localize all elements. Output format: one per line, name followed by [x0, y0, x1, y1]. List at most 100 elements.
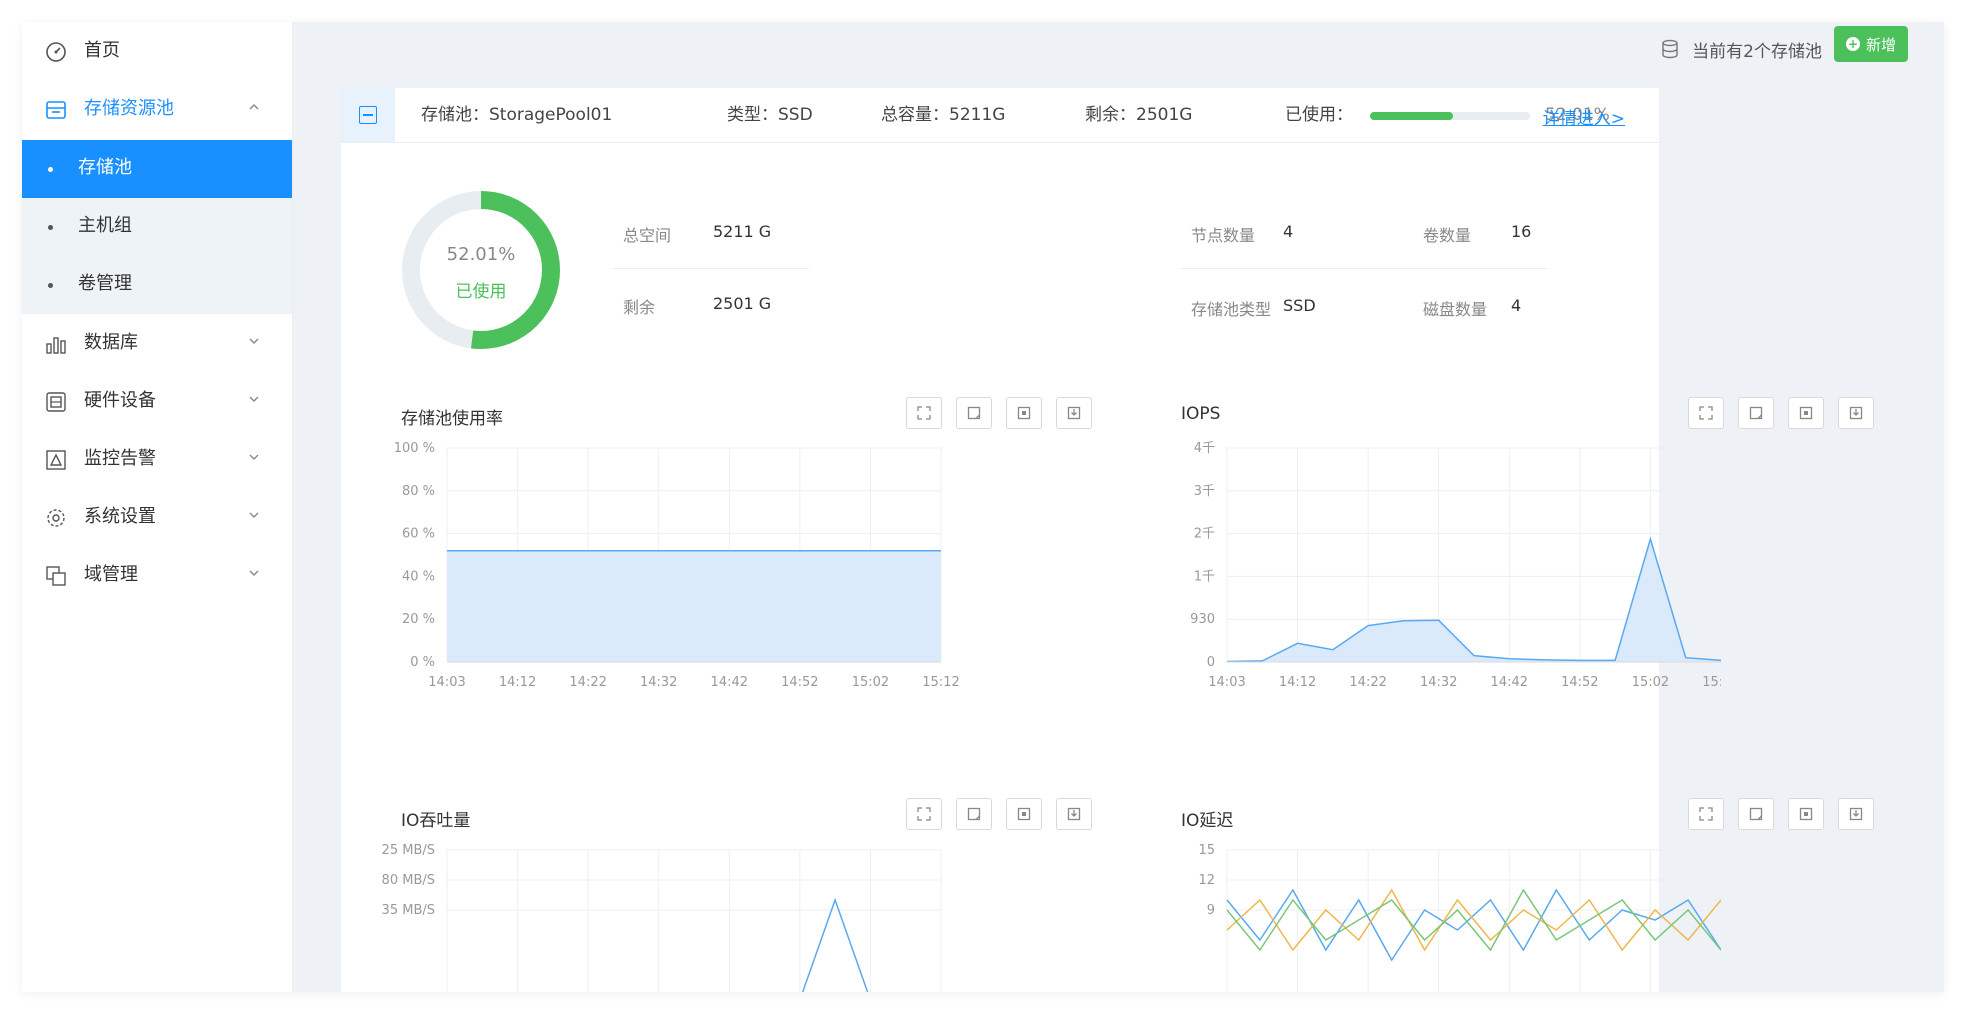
download-button[interactable] — [1056, 397, 1092, 429]
x-tick-label: 14:42 — [1491, 675, 1528, 690]
download-icon — [1067, 406, 1081, 420]
storage-submenu: 存储池 主机组 卷管理 — [22, 140, 292, 314]
chevron-down-icon — [249, 512, 259, 518]
y-tick-label: 12 — [1198, 873, 1215, 888]
fullscreen-icon — [1699, 406, 1713, 420]
sidebar-item-label: 数据库 — [84, 332, 138, 353]
fullscreen-icon — [917, 807, 931, 821]
y-tick-label: 0 % — [410, 655, 435, 670]
refresh-button[interactable] — [956, 798, 992, 830]
volume-count-value: 16 — [1511, 222, 1532, 241]
hardware-icon — [46, 392, 66, 412]
series-line — [1226, 888, 1721, 952]
dashboard-icon — [46, 42, 66, 62]
sidebar-item-monitor-alarm[interactable]: 监控告警 — [22, 430, 292, 488]
fullscreen-button[interactable] — [1688, 397, 1724, 429]
x-tick-label: 14:32 — [1420, 675, 1457, 690]
donut-percent: 52.01% — [446, 244, 516, 265]
sidebar-item-label: 硬件设备 — [84, 390, 156, 411]
sidebar-item-hardware[interactable]: 硬件设备 — [22, 372, 292, 430]
disk-count-label: 磁盘数量 — [1423, 300, 1488, 319]
add-button[interactable]: + 新增 — [1834, 26, 1908, 62]
node-count-label: 节点数量 — [1191, 226, 1256, 245]
divider — [613, 268, 809, 269]
throughput-chart: 135 MB/S 180 MB/S 225 MB/S — [381, 843, 942, 992]
download-icon — [1849, 807, 1863, 821]
refresh-button[interactable] — [956, 397, 992, 429]
sidebar-item-home[interactable]: 首页 — [22, 22, 292, 80]
restore-icon — [1799, 807, 1813, 821]
usage-progress-fill — [1370, 112, 1454, 120]
latency-chart: 9 12 15 — [1198, 843, 1721, 992]
fullscreen-button[interactable] — [906, 798, 942, 830]
restore-icon — [1017, 406, 1031, 420]
collapse-button[interactable] — [341, 88, 395, 142]
pool-count-text: 当前有2个存储池 — [1692, 41, 1822, 62]
y-tick-label: 4千 — [1194, 441, 1215, 456]
x-tick-label: 15:02 — [1632, 675, 1669, 690]
x-tick-label: 14:12 — [499, 675, 536, 690]
y-tick-label: 135 MB/S — [381, 903, 435, 918]
pool-type-value: SSD — [1283, 296, 1316, 315]
detail-link[interactable]: 详情进入> — [1543, 104, 1625, 129]
y-tick-label: 3千 — [1194, 484, 1215, 499]
x-tick-label: 14:22 — [1349, 675, 1386, 690]
pool-name: 存储池：StoragePool01 — [421, 105, 613, 125]
iops-chart: 0 930 1千 2千 3千 4千 14:03 14:12 14:22 14:32 14:42 14:… — [1190, 441, 1721, 690]
pool-remaining: 剩余：2501G — [1085, 105, 1193, 125]
submenu-item-host-group[interactable]: 主机组 — [22, 198, 292, 256]
download-button[interactable] — [1838, 798, 1874, 830]
add-button-label: 新增 — [1865, 35, 1896, 54]
restore-button[interactable] — [1788, 798, 1824, 830]
domain-icon — [46, 566, 66, 586]
chart-title-iops: IOPS — [1181, 404, 1221, 424]
y-tick-label: 80 % — [402, 484, 435, 499]
download-icon — [1849, 406, 1863, 420]
submenu-item-storage-pool[interactable]: 存储池 — [22, 140, 292, 198]
pool-type-label: 存储池类型 — [1191, 300, 1272, 319]
refresh-icon — [1749, 406, 1763, 420]
sidebar-item-label: 域管理 — [84, 564, 138, 585]
sidebar-item-database[interactable]: 数据库 — [22, 314, 292, 372]
refresh-button[interactable] — [1738, 798, 1774, 830]
fullscreen-icon — [1699, 807, 1713, 821]
pool-header: 存储池：StoragePool01 类型：SSD 总容量：5211G 剩余：25… — [341, 88, 1659, 143]
submenu-item-volume-management[interactable]: 卷管理 — [22, 256, 292, 314]
remaining-label: 剩余 — [623, 298, 656, 317]
pool-used-label: 已使用： — [1285, 105, 1353, 125]
sidebar-item-storage-pool[interactable]: 存储资源池 — [22, 80, 292, 138]
restore-button[interactable] — [1788, 397, 1824, 429]
sidebar-item-label: 监控告警 — [84, 448, 156, 469]
refresh-button[interactable] — [1738, 397, 1774, 429]
y-tick-label: 40 % — [402, 569, 435, 584]
x-tick-label: 14:03 — [428, 675, 465, 690]
y-tick-label: 930 — [1190, 612, 1215, 627]
y-tick-label: 15 — [1198, 843, 1215, 858]
download-button[interactable] — [1838, 397, 1874, 429]
sidebar-item-system-settings[interactable]: 系统设置 — [22, 488, 292, 546]
chevron-up-icon — [249, 104, 259, 110]
sidebar-item-domain-management[interactable]: 域管理 — [22, 546, 292, 604]
refresh-icon — [967, 807, 981, 821]
bullet-icon — [48, 167, 53, 172]
restore-button[interactable] — [1006, 397, 1042, 429]
restore-button[interactable] — [1006, 798, 1042, 830]
remaining-value: 2501 G — [713, 294, 772, 313]
plus-icon: + — [1845, 37, 1860, 51]
y-tick-label: 100 % — [394, 441, 435, 456]
x-tick-label: 14:32 — [640, 675, 677, 690]
storage-icon — [46, 101, 66, 119]
chevron-down-icon — [249, 570, 259, 576]
usage-progress-bar — [1370, 112, 1530, 120]
fullscreen-icon — [917, 406, 931, 420]
x-tick-label: 14:42 — [711, 675, 748, 690]
refresh-icon — [967, 406, 981, 420]
bullet-icon — [48, 225, 53, 230]
fullscreen-button[interactable] — [906, 397, 942, 429]
y-tick-label: 60 % — [402, 527, 435, 542]
download-button[interactable] — [1056, 798, 1092, 830]
y-tick-label: 9 — [1207, 903, 1215, 918]
fullscreen-button[interactable] — [1688, 798, 1724, 830]
total-space-value: 5211 G — [713, 222, 772, 241]
chevron-down-icon — [249, 454, 259, 460]
